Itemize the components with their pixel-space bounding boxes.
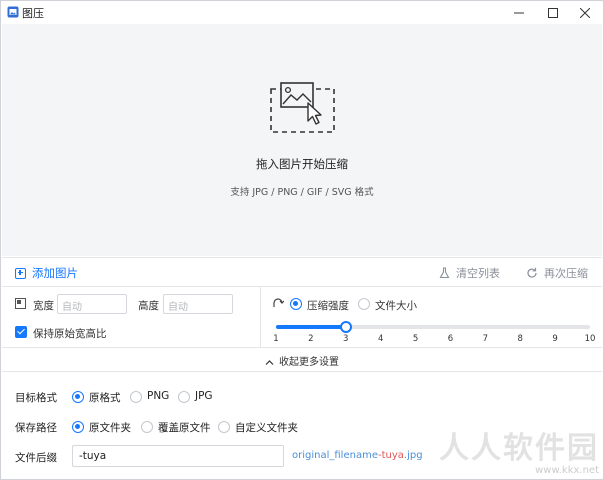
- app-window: 图压 拖入图片开始压缩 支持 JPG / PNG / GIF / SVG 格式 …: [0, 0, 604, 480]
- watermark-text: 人人软件园: [439, 431, 599, 466]
- watermark: 人人软件园 www.kkx.net: [439, 431, 599, 477]
- close-icon: [580, 7, 590, 18]
- app-logo-icon: [7, 6, 19, 18]
- drop-zone-title: 拖入图片开始压缩: [256, 157, 348, 171]
- window-title: 图压: [22, 7, 44, 20]
- mode-filesize-label: 文件大小: [375, 300, 417, 312]
- filename-preview: original_filename-tuya.jpg: [292, 450, 423, 461]
- close-button[interactable]: [567, 1, 603, 24]
- save-radio-overwrite[interactable]: [141, 421, 153, 433]
- slider-tick-label: 9: [552, 334, 558, 344]
- maximize-icon: [548, 7, 558, 18]
- save-original-folder-label: 原文件夹: [89, 422, 131, 434]
- file-toolbar: 添加图片 清空列表 再次压缩: [2, 257, 602, 285]
- slider-tick-label: 6: [447, 334, 454, 344]
- slider-ticks: 1 2 3 4 5 6 7 8 9 10: [273, 334, 595, 346]
- add-image-label: 添加图片: [32, 266, 78, 280]
- slider-tick-label: 7: [482, 334, 489, 344]
- recompress-button[interactable]: 再次压缩: [526, 265, 588, 281]
- clear-list-label: 清空列表: [456, 267, 500, 280]
- slider-fill: [276, 325, 346, 329]
- plus-box-icon: [15, 267, 26, 279]
- resize-icon: [15, 298, 26, 309]
- collapse-settings-label: 收起更多设置: [279, 357, 339, 368]
- slider-tick-label: 2: [308, 334, 314, 344]
- mode-radio-strength[interactable]: [290, 298, 302, 310]
- collapse-settings-toggle[interactable]: 收起更多设置: [2, 347, 602, 371]
- width-label: 宽度: [33, 300, 54, 312]
- mode-strength-label: 压缩强度: [307, 300, 349, 312]
- compression-settings: 宽度 自动 高度 自动 保持原始宽高比 压缩强度 文件大小 1234567891…: [2, 286, 602, 370]
- slider-handle[interactable]: [339, 321, 352, 333]
- save-custom-folder-label: 自定义文件夹: [235, 422, 298, 434]
- format-radio-jpg[interactable]: [178, 391, 190, 403]
- keep-ratio-checkbox[interactable]: [15, 326, 27, 338]
- preview-filename: original_filename: [292, 450, 378, 461]
- mode-radio-filesize[interactable]: [358, 298, 370, 310]
- slider-tick-label: 1: [273, 334, 279, 344]
- maximize-button[interactable]: [535, 1, 571, 24]
- add-image-button[interactable]: 添加图片: [15, 265, 78, 281]
- drop-zone[interactable]: 拖入图片开始压缩 支持 JPG / PNG / GIF / SVG 格式: [2, 24, 602, 256]
- compression-slider[interactable]: [276, 321, 590, 333]
- width-input[interactable]: 自动: [57, 294, 127, 314]
- height-label: 高度: [138, 300, 159, 312]
- watermark-url: www.kkx.net: [535, 465, 599, 476]
- save-radio-original-folder[interactable]: [72, 421, 84, 433]
- compress-arrow-icon: [273, 298, 284, 307]
- minimize-button[interactable]: [501, 1, 537, 24]
- image-select-icon: [270, 82, 335, 133]
- slider-tick-label: 4: [377, 334, 384, 344]
- flask-icon: [439, 267, 450, 279]
- slider-tick-label: 3: [343, 334, 349, 344]
- slider-tick-label: 8: [517, 334, 523, 344]
- height-input[interactable]: 自动: [163, 294, 233, 314]
- resize-settings: 宽度 自动 高度 自动 保持原始宽高比: [2, 287, 261, 347]
- suffix-label: 文件后缀: [15, 452, 57, 464]
- suffix-input[interactable]: -tuya: [72, 445, 284, 467]
- save-radio-custom-folder[interactable]: [218, 421, 230, 433]
- recompress-label: 再次压缩: [544, 267, 588, 280]
- minimize-icon: [514, 12, 524, 13]
- format-label: 目标格式: [15, 392, 57, 404]
- preview-suffix: -tuya: [377, 450, 404, 461]
- chevron-up-icon: [265, 359, 274, 365]
- drop-zone-subtitle: 支持 JPG / PNG / GIF / SVG 格式: [230, 187, 374, 198]
- keep-ratio-label: 保持原始宽高比: [33, 328, 107, 340]
- save-path-label: 保存路径: [15, 422, 57, 434]
- format-original-label: 原格式: [89, 392, 121, 404]
- slider-tick-label: 5: [412, 334, 419, 344]
- format-radio-png[interactable]: [130, 391, 142, 403]
- format-jpg-label: JPG: [195, 390, 213, 402]
- format-png-label: PNG: [147, 390, 170, 402]
- refresh-icon: [527, 267, 537, 278]
- title-bar: 图压: [1, 1, 603, 24]
- clear-list-button[interactable]: 清空列表: [439, 265, 500, 281]
- format-radio-original[interactable]: [72, 391, 84, 403]
- slider-tick-label: 10: [584, 334, 596, 344]
- preview-extension: .jpg: [403, 450, 423, 461]
- save-overwrite-label: 覆盖原文件: [158, 422, 211, 434]
